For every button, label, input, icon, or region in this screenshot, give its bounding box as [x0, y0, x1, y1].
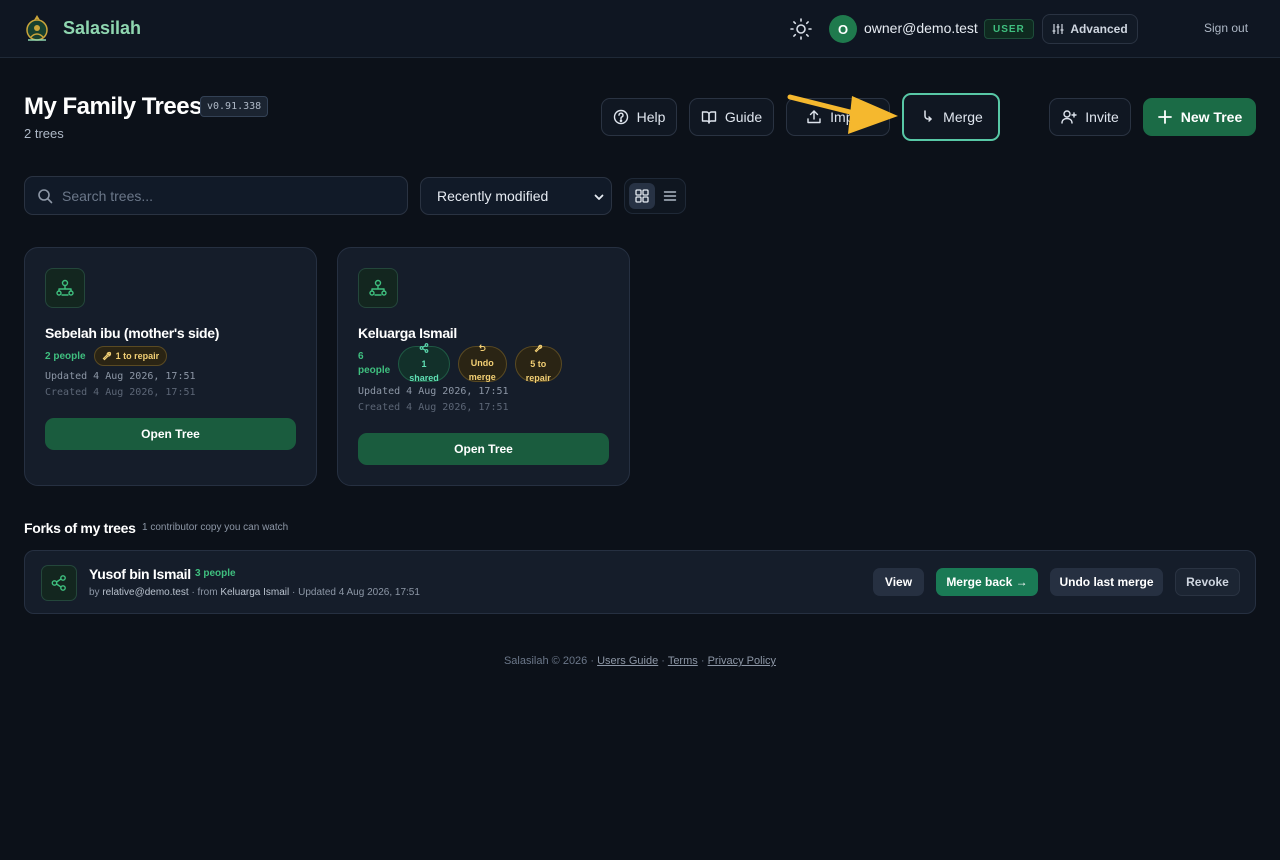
user-email: owner@demo.test [864, 20, 978, 36]
advanced-button[interactable]: Advanced [1042, 14, 1138, 44]
guide-button[interactable]: Guide [689, 98, 774, 136]
repair-line2: repair [525, 372, 551, 383]
tree-name: Sebelah ibu (mother's side) [45, 325, 220, 341]
forks-section-title: Forks of my trees [24, 520, 136, 536]
footer-separator: · [700, 655, 705, 667]
list-icon [663, 189, 677, 203]
page-title: My Family Trees [24, 93, 202, 120]
tree-name: Keluarga Ismail [358, 325, 457, 341]
fork-meta: by relative@demo.test · from Keluarga Is… [89, 587, 420, 598]
footer: Salasilah © 2026 · Users Guide · Terms ·… [0, 655, 1280, 667]
top-bar: Salasilah O owner@demo.test USER Advance… [0, 0, 1280, 58]
fork-by-prefix: by [89, 587, 100, 598]
search-input[interactable] [62, 187, 382, 204]
shared-number: 1 [421, 359, 427, 369]
footer-separator: · [661, 655, 665, 667]
undo-line2: merge [468, 372, 496, 382]
fork-source-tree: Keluarga Ismail [220, 587, 290, 598]
tree-count: 2 trees [24, 126, 64, 141]
forks-section-subtitle: 1 contributor copy you can watch [142, 522, 289, 533]
merge-label: Merge [943, 109, 983, 125]
open-tree-button[interactable]: Open Tree [358, 433, 609, 465]
list-view-button[interactable] [657, 183, 683, 209]
repair-badge[interactable]: 1 to repair [93, 346, 168, 366]
import-label: Import [830, 109, 870, 125]
share-icon [41, 565, 77, 601]
search-box[interactable] [24, 176, 408, 215]
updated-date: Updated 4 Aug 2026, 17:51 [45, 371, 196, 382]
family-tree-icon [358, 268, 398, 308]
undo-merge-badge[interactable]: Undo merge [457, 344, 507, 382]
book-icon [701, 109, 717, 125]
terms-link[interactable]: Terms [668, 655, 698, 667]
new-tree-label: New Tree [1180, 109, 1243, 125]
user-plus-icon [1061, 109, 1077, 125]
users-guide-link[interactable]: Users Guide [597, 655, 658, 667]
grid-view-button[interactable] [629, 183, 655, 209]
view-toggle [624, 178, 686, 214]
sign-out-link[interactable]: Sign out [1204, 21, 1248, 35]
repair-line1: 5 to [530, 358, 547, 369]
sun-icon[interactable] [789, 17, 813, 41]
help-label: Help [636, 109, 666, 125]
merge-icon [919, 109, 935, 125]
fork-people-count: 3 people [195, 568, 236, 579]
undo-last-merge-button[interactable]: Undo last merge [1050, 568, 1163, 596]
fork-row: Yusof bin Ismail 3 people by relative@de… [24, 550, 1256, 614]
undo-line1: Undo [470, 358, 494, 368]
salasilah-logo-icon[interactable] [22, 13, 52, 43]
merge-button[interactable]: Merge [902, 93, 1000, 141]
fork-author: relative@demo.test [102, 587, 189, 598]
fork-from-prefix: · from [191, 587, 218, 598]
people-word: people [358, 365, 391, 376]
shared-badge[interactable]: 1 shared [398, 343, 450, 383]
grid-icon [635, 189, 649, 203]
created-date: Created 4 Aug 2026, 17:51 [358, 402, 509, 413]
shared-word: shared [409, 373, 439, 383]
people-count: 2 people [45, 350, 86, 362]
footer-copyright: Salasilah © 2026 · [503, 655, 595, 667]
advanced-label: Advanced [1070, 22, 1128, 36]
undo-icon [478, 344, 486, 352]
repair-label: 1 to repair [115, 351, 160, 361]
view-button[interactable]: View [873, 568, 924, 596]
open-tree-button[interactable]: Open Tree [45, 418, 296, 450]
help-icon [613, 109, 629, 125]
sort-select[interactable]: Recently modified [420, 177, 612, 215]
family-tree-icon [45, 268, 85, 308]
chevron-down-icon [593, 191, 605, 203]
privacy-policy-link[interactable]: Privacy Policy [708, 655, 776, 667]
share-icon [419, 343, 429, 353]
tree-card[interactable]: Sebelah ibu (mother's side) 2 people 1 t… [24, 247, 317, 486]
import-button[interactable]: Import [786, 98, 890, 136]
sliders-icon [1052, 23, 1064, 35]
invite-button[interactable]: Invite [1049, 98, 1131, 136]
merge-back-button[interactable]: Merge back → [936, 568, 1038, 596]
wrench-icon [534, 344, 543, 353]
updated-date: Updated 4 Aug 2026, 17:51 [358, 386, 509, 397]
fork-name: Yusof bin Ismail [89, 566, 191, 582]
role-badge: USER [984, 19, 1034, 39]
wrench-icon [102, 351, 112, 361]
fork-updated: · Updated 4 Aug 2026, 17:51 [292, 587, 420, 598]
tree-card[interactable]: Keluarga Ismail 6 people 1 shared Undo m… [337, 247, 630, 486]
people-count: 6 people [358, 350, 390, 378]
people-number: 6 [358, 351, 364, 362]
repair-badge[interactable]: 5 to repair [514, 344, 562, 383]
upload-icon [806, 109, 822, 125]
version-badge: v0.91.338 [200, 96, 269, 117]
new-tree-button[interactable]: New Tree [1143, 98, 1256, 136]
app-name[interactable]: Salasilah [63, 18, 141, 39]
created-date: Created 4 Aug 2026, 17:51 [45, 387, 196, 398]
guide-label: Guide [724, 109, 763, 125]
search-icon [37, 188, 53, 204]
avatar[interactable]: O [829, 15, 857, 43]
revoke-button[interactable]: Revoke [1175, 568, 1240, 596]
help-button[interactable]: Help [601, 98, 677, 136]
invite-label: Invite [1085, 109, 1119, 125]
plus-icon [1157, 109, 1173, 125]
sort-selected-value: Recently modified [437, 188, 549, 204]
